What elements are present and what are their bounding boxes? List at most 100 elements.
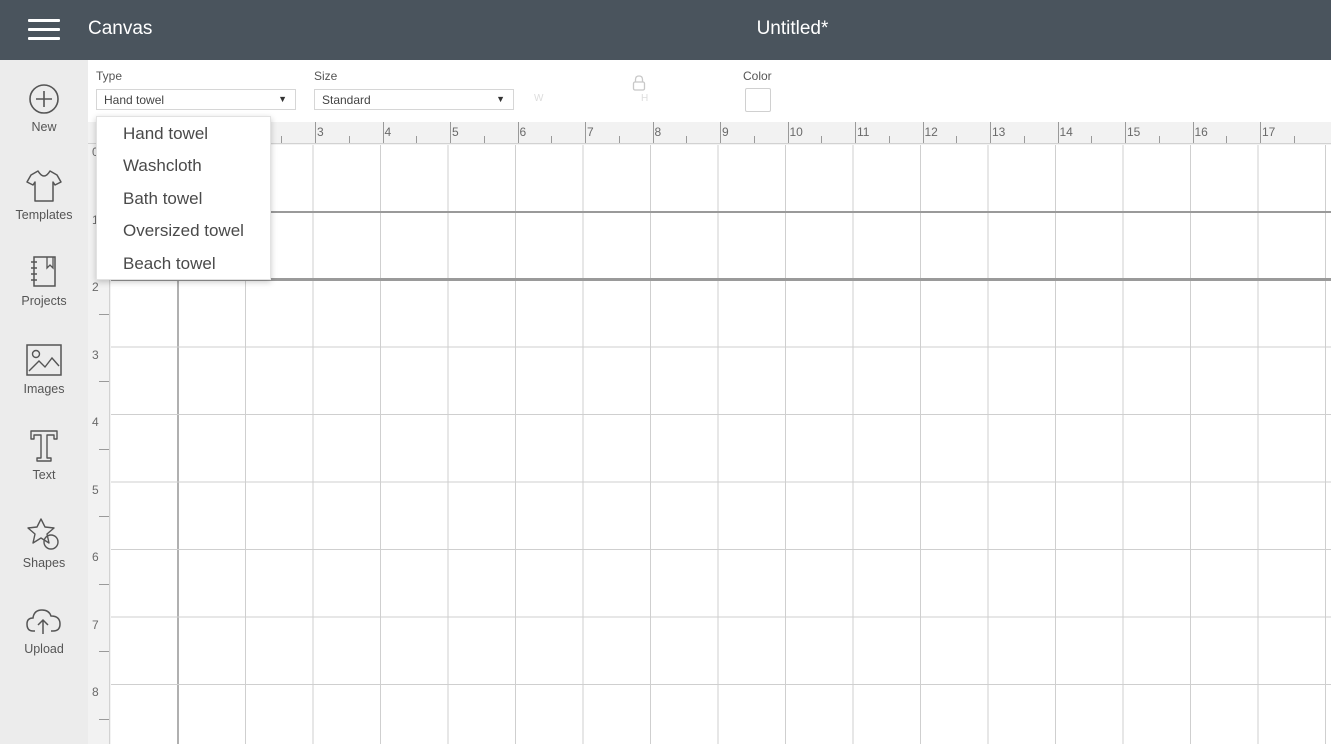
size-select-value: Standard <box>322 93 371 107</box>
ruler-top-tick <box>618 136 620 143</box>
dropdown-item-beach-towel[interactable]: Beach towel <box>97 248 272 280</box>
ruler-top-tick-label: 10 <box>789 125 803 139</box>
ruler-left-tick-label: 3 <box>92 347 99 362</box>
shapes-icon <box>27 518 59 550</box>
ruler-top-tick <box>1158 136 1160 143</box>
ruler-top-tick <box>787 122 789 143</box>
sidebar-item-shapes[interactable]: Shapes <box>0 516 88 596</box>
ruler-top-tick-label: 3 <box>317 125 324 139</box>
ruler-top-tick <box>315 122 316 143</box>
lock-icon[interactable] <box>631 74 647 92</box>
ruler-top-tick-label: 5 <box>452 125 459 139</box>
ruler-top-tick <box>1260 122 1261 143</box>
ruler-left-tick-label: 8 <box>92 685 99 699</box>
ruler-top-tick <box>517 122 519 143</box>
top-bar: Canvas Untitled* <box>0 0 1331 60</box>
sidebar-label-images: Images <box>23 382 65 396</box>
ruler-top-tick <box>1226 136 1228 143</box>
image-icon <box>26 344 62 376</box>
type-select[interactable]: Hand towel ▼ <box>96 89 296 110</box>
ruler-top-tick-label: 14 <box>1059 125 1073 139</box>
color-swatch[interactable] <box>745 88 771 112</box>
grid-lines <box>111 145 1331 744</box>
ruler-left-tick <box>99 313 109 315</box>
sidebar-item-upload[interactable]: Upload <box>0 604 88 684</box>
sidebar-label-text: Text <box>32 468 56 482</box>
design-canvas[interactable]: 34567891011121314151617 012345678 <box>88 122 1331 744</box>
ruler-top-tick <box>652 122 654 143</box>
canvas-grid[interactable] <box>111 145 1331 744</box>
left-sidebar: New Templates Projects Images Text Shape… <box>0 60 88 744</box>
ruler-top-tick <box>753 136 755 143</box>
ruler-left-tick <box>99 718 109 720</box>
sidebar-label-new: New <box>31 120 57 134</box>
ruler-top-tick-label: 6 <box>519 125 527 139</box>
type-label: Type <box>96 69 123 83</box>
ruler-top-tick <box>382 122 384 143</box>
ruler-top-tick <box>821 136 823 143</box>
ruler-top-tick-label: 13 <box>992 125 1006 139</box>
ruler-top-tick <box>348 136 350 143</box>
color-label: Color <box>743 69 772 83</box>
ruler-left-tick <box>99 381 109 383</box>
cloud-upload-icon <box>26 609 61 634</box>
edit-toolbar: Type Hand towel ▼ Size Standard ▼ W H Co… <box>88 60 1331 122</box>
ruler-top-tick <box>888 136 890 143</box>
chevron-down-icon: ▼ <box>278 94 287 104</box>
sidebar-label-upload: Upload <box>24 642 64 656</box>
dropdown-item-oversized-towel[interactable]: Oversized towel <box>97 215 272 247</box>
dropdown-item-washcloth[interactable]: Washcloth <box>97 150 272 182</box>
ruler-top-tick <box>686 136 688 143</box>
dropdown-item-hand-towel[interactable]: Hand towel <box>97 118 272 150</box>
ruler-top-tick-label: 16 <box>1194 125 1208 139</box>
plus-circle-icon <box>29 84 59 114</box>
document-title[interactable]: Untitled* <box>0 18 1331 40</box>
ruler-top-tick <box>551 136 553 143</box>
ruler-top-tick <box>990 122 991 143</box>
size-label: Size <box>314 69 338 83</box>
ruler-left-tick-label: 7 <box>92 617 99 632</box>
ruler-top-tick <box>855 122 856 143</box>
ruler-top-tick <box>1125 122 1126 143</box>
ruler-top-tick-label: 11 <box>857 125 870 139</box>
ruler-left-tick-label: 2 <box>92 280 99 294</box>
type-select-value: Hand towel <box>104 93 165 107</box>
sidebar-label-projects: Projects <box>21 294 67 308</box>
sidebar-item-images[interactable]: Images <box>0 342 88 422</box>
ruler-top: 3 4 5 6 7 8 9 10 11 12 13 14 15 16 17 <box>110 122 1331 144</box>
ruler-top-tick <box>281 136 283 143</box>
ruler-left-tick-label: 5 <box>92 482 99 497</box>
ruler-top-tick <box>1192 122 1194 143</box>
ruler-top-tick <box>1293 136 1295 143</box>
ruler-top-tick <box>956 136 958 143</box>
ruler-top-tick <box>1057 122 1059 143</box>
ruler-top-tick-label: 4 <box>384 125 392 139</box>
ruler-left-tick-label: 6 <box>92 550 99 564</box>
ruler-top-tick-label: 17 <box>1262 125 1276 139</box>
dropdown-item-bath-towel[interactable]: Bath towel <box>97 183 272 215</box>
sidebar-item-projects[interactable]: Projects <box>0 254 88 334</box>
sidebar-label-templates: Templates <box>15 208 73 222</box>
notebook-icon <box>31 256 56 287</box>
ruler-left-tick <box>99 583 109 585</box>
ruler-left-tick <box>99 448 109 450</box>
sidebar-item-new[interactable]: New <box>0 82 88 162</box>
size-select[interactable]: Standard ▼ <box>314 89 514 110</box>
ruler-left-tick <box>99 516 109 518</box>
ruler-left-tick <box>99 651 109 653</box>
ruler-top-tick <box>585 122 586 143</box>
ruler-top-tick <box>720 122 721 143</box>
ruler-left-tick-label: 4 <box>92 415 99 429</box>
height-label: H <box>641 93 649 104</box>
ruler-top-tick <box>1023 136 1025 143</box>
width-label: W <box>534 93 544 104</box>
sidebar-item-text[interactable]: Text <box>0 428 88 508</box>
ruler-top-tick-label: 8 <box>654 125 662 139</box>
sidebar-label-shapes: Shapes <box>22 556 66 570</box>
ruler-top-tick <box>1091 136 1093 143</box>
sidebar-item-templates[interactable]: Templates <box>0 168 88 248</box>
type-dropdown-menu: Hand towel Washcloth Bath towel Oversize… <box>96 116 271 280</box>
chevron-down-icon: ▼ <box>496 94 505 104</box>
ruler-top-tick <box>483 136 485 143</box>
ruler-top-tick-label: 15 <box>1127 125 1141 139</box>
